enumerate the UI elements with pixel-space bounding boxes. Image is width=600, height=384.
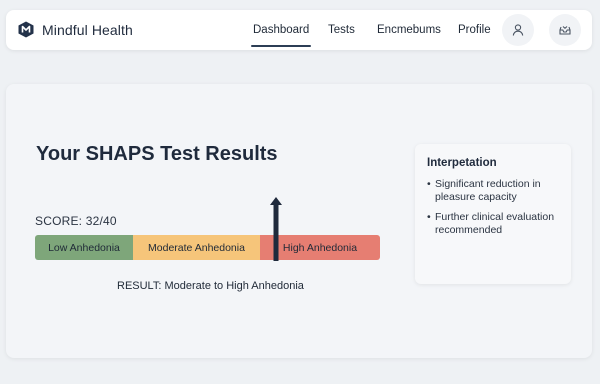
scale-segment-moderate: Moderate Anhedonia — [133, 235, 260, 260]
inbox-button[interactable] — [549, 14, 581, 46]
nav-item-profile[interactable]: Profile — [458, 24, 491, 36]
interpretation-item: Significant reduction in pleasure capaci… — [427, 178, 565, 204]
results-card: Your SHAPS Test Results SCORE: 32/40 Low… — [6, 84, 592, 358]
inbox-icon — [559, 26, 571, 35]
score-pointer-arrow-icon — [270, 197, 282, 261]
hexagon-m-logo-icon — [18, 21, 34, 38]
scale-segment-low: Low Anhedonia — [35, 235, 133, 260]
nav-item-tests[interactable]: Tests — [328, 24, 355, 36]
score-label: SCORE: 32/40 — [35, 214, 117, 228]
result-text: RESULT: Moderate to High Anhedonia — [117, 280, 304, 292]
user-icon — [512, 24, 524, 36]
interpretation-list: Significant reduction in pleasure capaci… — [427, 178, 565, 244]
interpretation-item: Further clinical evaluation recommended — [427, 211, 565, 237]
page-title: Your SHAPS Test Results — [36, 143, 278, 165]
brand[interactable]: Mindful Health — [18, 21, 133, 38]
interpretation-panel: Interpetation Significant reduction in p… — [415, 144, 571, 284]
top-navbar: Mindful Health Dashboard Tests Encmebums… — [6, 10, 592, 50]
interpretation-title: Interpetation — [427, 157, 497, 169]
user-button[interactable] — [502, 14, 534, 46]
anhedonia-scale: Low Anhedonia Moderate Anhedonia High An… — [35, 235, 380, 260]
brand-name: Mindful Health — [42, 21, 133, 38]
nav-item-dashboard[interactable]: Dashboard — [250, 24, 312, 47]
nav-item-encmebums[interactable]: Encmebums — [377, 24, 441, 36]
page: Mindful Health Dashboard Tests Encmebums… — [0, 0, 600, 384]
